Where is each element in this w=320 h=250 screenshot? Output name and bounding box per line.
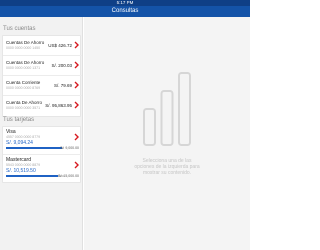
- chevron-right-icon: [74, 81, 79, 89]
- account-balance: S/. 79.69: [53, 83, 72, 88]
- cards-section-title: Tus tarjetas: [3, 117, 35, 123]
- usage-bar: [6, 147, 64, 149]
- chevron-right-icon: [74, 101, 79, 109]
- accounts-section-title: Tus cuentas: [3, 26, 36, 32]
- account-name: Cuenta Corriente: [6, 80, 41, 85]
- accounts-card: Cuentas De Ahorro 0000 0000 0000 1450 US…: [2, 35, 82, 117]
- status-time: 5:17 PM: [116, 0, 134, 5]
- page-title: Consultas: [111, 8, 139, 14]
- chevron-right-icon: [74, 133, 79, 141]
- usage-bar-fill: [6, 175, 59, 177]
- chevron-right-icon: [74, 161, 79, 169]
- account-number: 0000 0000 0000 1371: [6, 66, 41, 70]
- card-limit: S/. 9,000.00: [60, 146, 79, 150]
- credit-card-row[interactable]: Mastercard 5543 0000 0000 8879 S/. 10,51…: [3, 155, 82, 183]
- chevron-right-icon: [74, 41, 79, 49]
- account-row[interactable]: Cuentas De Ahorro 0000 0000 0000 1371 S/…: [3, 56, 82, 76]
- account-number: 0000 0000 0000 1450: [6, 46, 41, 50]
- card-number: 4557 0000 0000 8779: [6, 135, 41, 139]
- account-row[interactable]: Cuentas De Ahorro 0000 0000 0000 1450 US…: [3, 36, 82, 56]
- chevron-right-icon: [74, 61, 79, 69]
- usage-bar: [6, 175, 64, 177]
- detail-panel: Selecciona una de las opciones de la izq…: [84, 17, 250, 250]
- account-balance: S/. 95,863.95: [45, 103, 72, 108]
- account-balance: US$ 426.72: [48, 43, 72, 48]
- account-name: Cuenta De Ahorro: [6, 100, 43, 105]
- sidebar: Tus cuentas Cuentas De Ahorro 0000 0000 …: [0, 17, 83, 250]
- card-available: S/. 9,094.24: [6, 140, 33, 146]
- account-balance: S/. 200.03: [51, 63, 72, 68]
- account-name: Cuentas De Ahorro: [6, 40, 45, 45]
- account-number: 0000 0000 0000 8769: [6, 86, 41, 90]
- card-available: S/. 10,519.50: [6, 168, 36, 174]
- usage-bar-fill: [6, 147, 63, 149]
- nav-bar: Consultas: [0, 6, 250, 17]
- account-number: 0000 0000 0000 3571: [6, 106, 41, 110]
- card-number: 5543 0000 0000 8879: [6, 163, 41, 167]
- card-limit: S/. 15,000.00: [58, 174, 79, 178]
- account-name: Cuentas De Ahorro: [6, 60, 45, 65]
- credit-card-row[interactable]: Visa 4557 0000 0000 8779 S/. 9,094.24 S/…: [3, 127, 82, 155]
- bar-chart-icon: [143, 72, 191, 146]
- account-row[interactable]: Cuenta Corriente 0000 0000 0000 8769 S/.…: [3, 76, 82, 96]
- account-row[interactable]: Cuenta De Ahorro 0000 0000 0000 3571 S/.…: [3, 96, 82, 116]
- empty-state-message: Selecciona una de las opciones de la izq…: [134, 158, 200, 176]
- cards-card: Visa 4557 0000 0000 8779 S/. 9,094.24 S/…: [2, 126, 82, 183]
